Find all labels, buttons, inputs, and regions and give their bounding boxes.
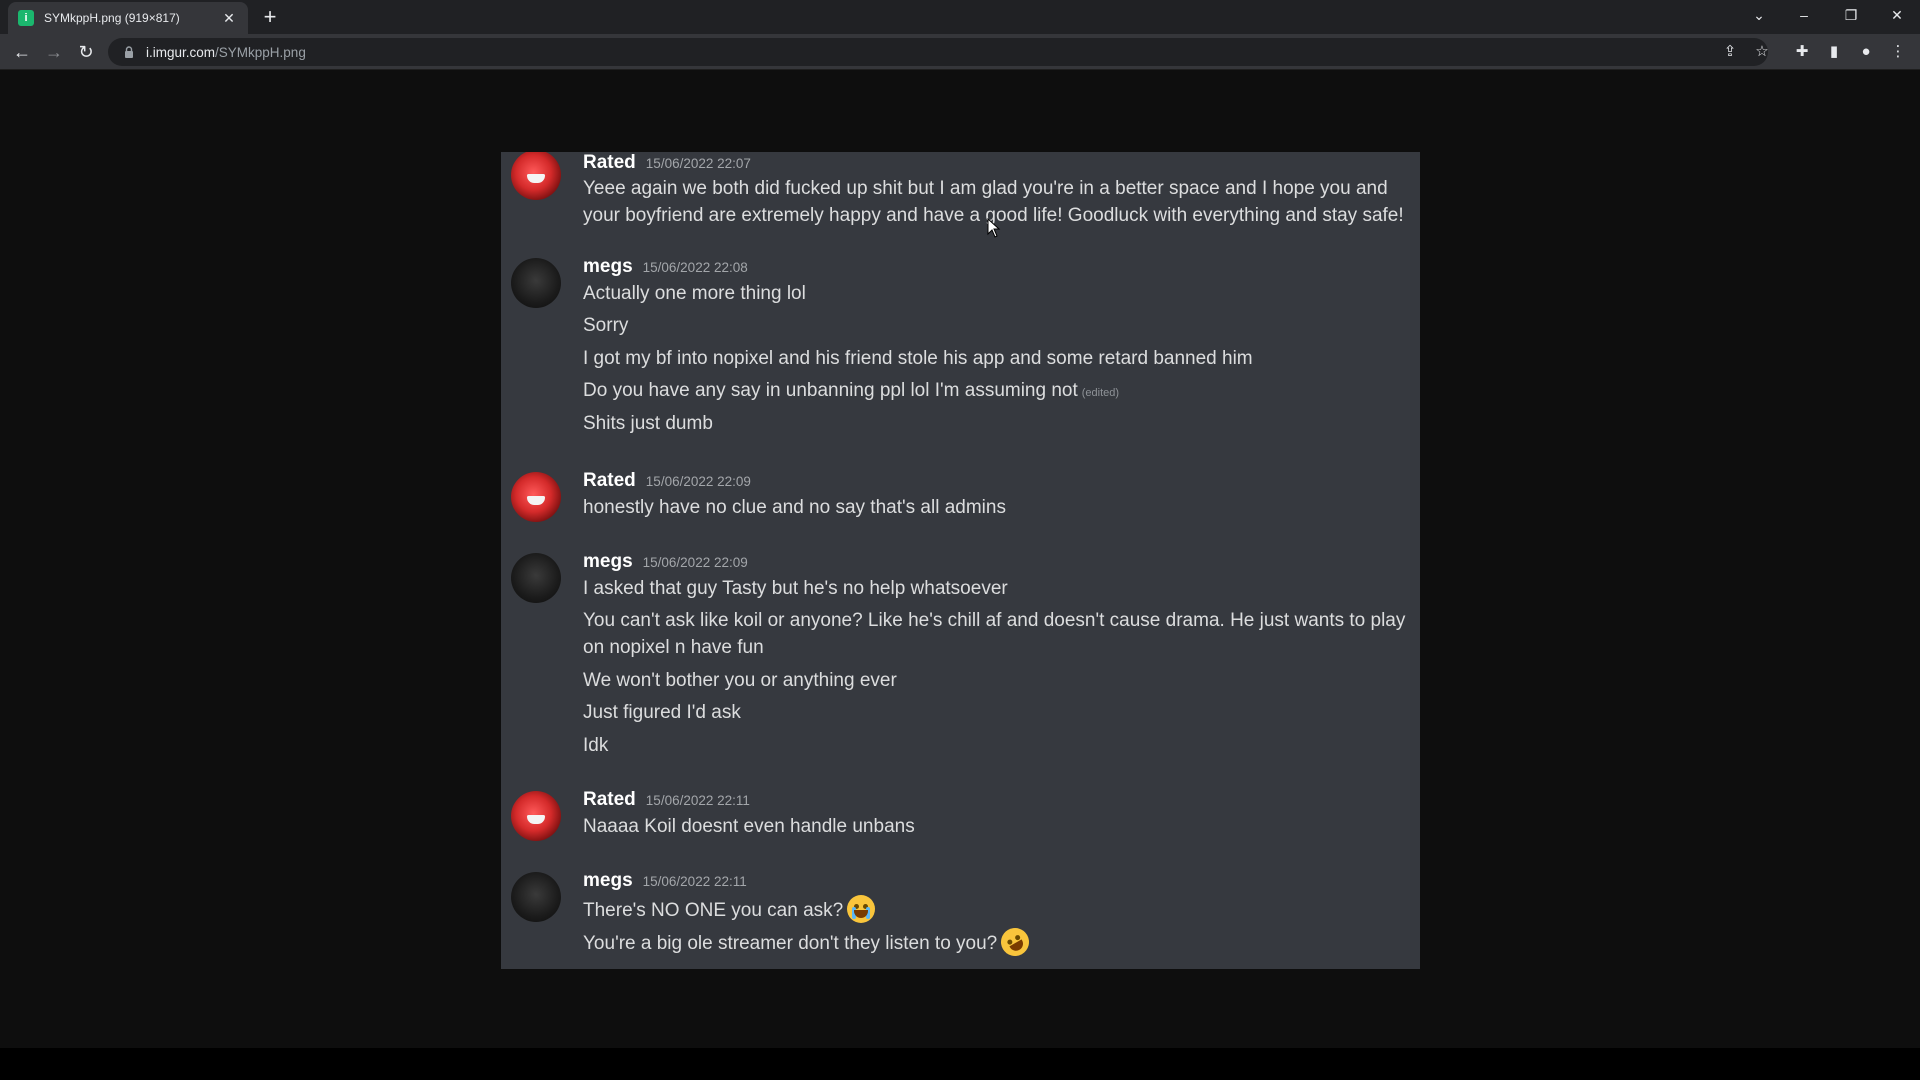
browser-tab[interactable]: i SYMkppH.png (919×817) ✕	[8, 2, 248, 34]
message-text: honestly have no clue and no say that's …	[583, 497, 1006, 518]
avatar-rated	[511, 152, 561, 200]
chat-screenshot-image: Rated 15/06/2022 22:07 Yeee again we bot…	[501, 152, 1420, 969]
timestamp: 15/06/2022 22:07	[645, 156, 751, 171]
message-text: Idk	[583, 735, 609, 756]
message-text: I asked that guy Tasty but he's no help …	[583, 578, 1008, 599]
new-tab-button[interactable]: +	[258, 4, 282, 30]
tab-strip: i SYMkppH.png (919×817) ✕ + ⌄ – ❐ ✕	[0, 0, 1920, 34]
message-text-edited: Do you have any say in unbanning ppl lol…	[583, 377, 1413, 407]
imgur-favicon-icon: i	[18, 10, 34, 26]
message-text: Shits just dumb	[583, 413, 713, 434]
timestamp: 15/06/2022 22:08	[642, 260, 748, 275]
message-text-with-emoji: You're a big ole streamer don't they lis…	[583, 922, 1413, 962]
tab-title: SYMkppH.png (919×817)	[44, 11, 180, 25]
tab-search-chevron-icon[interactable]: ⌄	[1736, 0, 1782, 30]
lock-icon[interactable]	[122, 45, 136, 59]
message-header: megs 15/06/2022 22:08	[583, 256, 748, 278]
edited-label: (edited)	[1081, 387, 1120, 399]
avatar-megs	[511, 258, 561, 308]
bookmark-star-icon[interactable]: ☆	[1750, 40, 1774, 64]
username: Rated	[583, 789, 636, 810]
menu-kebab-icon[interactable]: ⋮	[1886, 40, 1910, 64]
url-text: i.imgur.com/SYMkppH.png	[146, 45, 306, 60]
message-text: Naaaa Koil doesnt even handle unbans	[583, 816, 915, 837]
username: Rated	[583, 470, 636, 491]
profile-icon[interactable]: ●	[1854, 40, 1878, 64]
avatar-megs	[511, 872, 561, 922]
minimize-button[interactable]: –	[1781, 0, 1827, 30]
timestamp: 15/06/2022 22:11	[642, 874, 747, 889]
message-text: I got my bf into nopixel and his friend …	[583, 348, 1253, 369]
browser-toolbar: ← → ↻ i.imgur.com/SYMkppH.png ⇪ ☆ ✚ ▮ ● …	[0, 34, 1920, 70]
message-text: You can't ask like koil or anyone? Like …	[583, 610, 1406, 658]
reload-button[interactable]: ↻	[72, 38, 100, 66]
avatar-rated	[511, 472, 561, 522]
bottom-edge	[0, 1048, 1920, 1080]
mouse-cursor-icon	[987, 218, 1001, 238]
back-button[interactable]: ←	[8, 38, 36, 66]
rolling-on-floor-laughing-emoji-icon	[996, 922, 1035, 962]
address-bar[interactable]: i.imgur.com/SYMkppH.png	[108, 38, 1768, 66]
message-text: Actually one more thing lol	[583, 283, 806, 304]
message-text: Sorry	[583, 315, 629, 336]
message-header: Rated 15/06/2022 22:07	[583, 152, 751, 174]
message-text: There's NO ONE you can ask?	[583, 900, 844, 921]
username: megs	[583, 551, 633, 572]
close-window-button[interactable]: ✕	[1874, 0, 1920, 30]
extensions-puzzle-icon[interactable]: ✚	[1790, 40, 1814, 64]
message-text: You're a big ole streamer don't they lis…	[583, 933, 998, 954]
tab-close-icon[interactable]: ✕	[220, 10, 238, 27]
forward-button[interactable]: →	[40, 38, 68, 66]
loudly-crying-emoji-icon	[847, 895, 876, 923]
message-text: Do you have any say in unbanning ppl lol…	[583, 380, 1078, 401]
message-header: megs 15/06/2022 22:11	[583, 870, 747, 892]
timestamp: 15/06/2022 22:09	[642, 555, 748, 570]
message-text: Just figured I'd ask	[583, 702, 741, 723]
message-header: Rated 15/06/2022 22:09	[583, 470, 751, 492]
username: megs	[583, 870, 633, 891]
avatar-megs	[511, 553, 561, 603]
message-header: megs 15/06/2022 22:09	[583, 551, 748, 573]
side-panel-icon[interactable]: ▮	[1822, 40, 1846, 64]
message-text: We won't bother you or anything ever	[583, 670, 897, 691]
share-icon[interactable]: ⇪	[1718, 40, 1742, 64]
avatar-rated	[511, 791, 561, 841]
url-domain: i.imgur.com	[146, 44, 216, 60]
restore-button[interactable]: ❐	[1828, 0, 1874, 30]
timestamp: 15/06/2022 22:09	[645, 474, 751, 489]
message-text-with-emoji: There's NO ONE you can ask?	[583, 895, 1413, 924]
timestamp: 15/06/2022 22:11	[645, 793, 750, 808]
username: megs	[583, 256, 633, 277]
message-header: Rated 15/06/2022 22:11	[583, 789, 750, 811]
username: Rated	[583, 152, 636, 173]
url-path: /SYMkppH.png	[215, 44, 306, 60]
